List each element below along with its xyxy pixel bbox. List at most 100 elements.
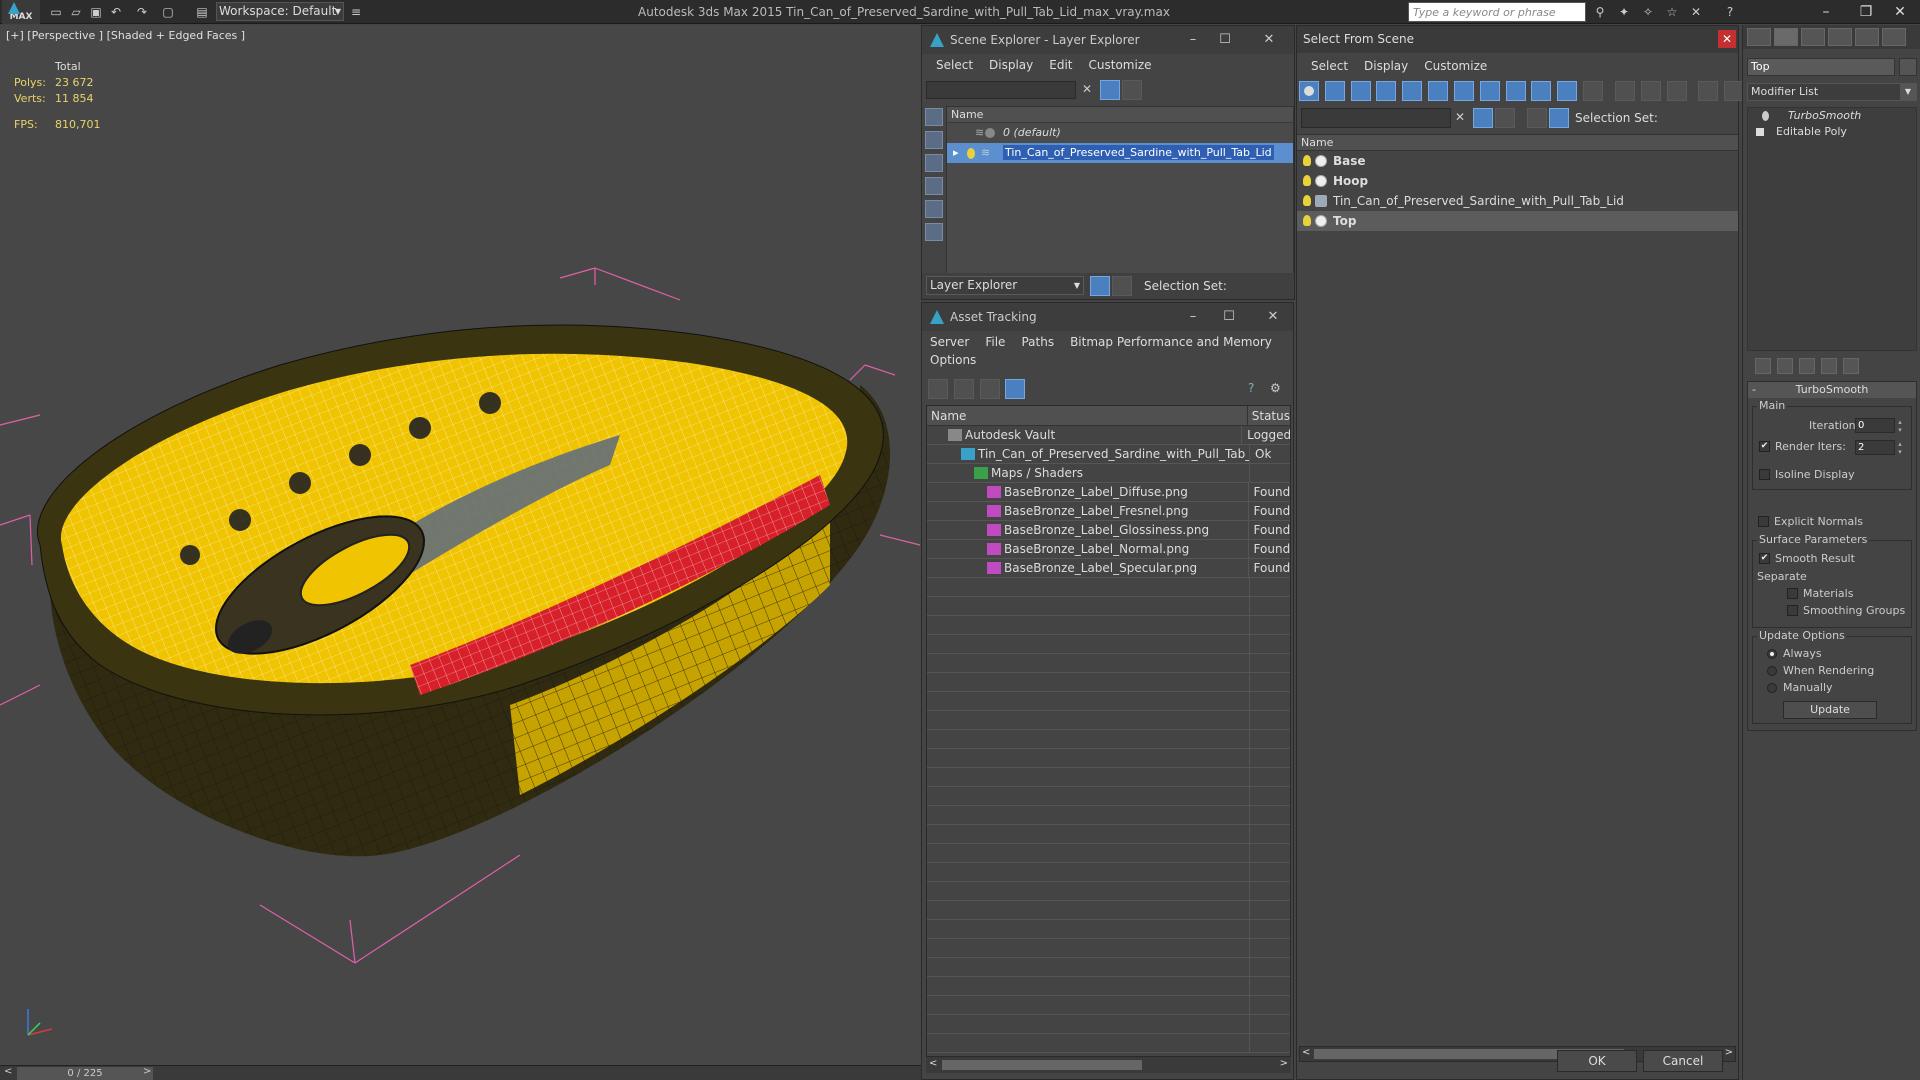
settings-icon[interactable]: ⚙: [1270, 381, 1281, 395]
cancel-button[interactable]: Cancel: [1643, 1050, 1723, 1072]
menu-paths[interactable]: Paths: [1013, 331, 1062, 353]
object-row-selected[interactable]: Top: [1297, 211, 1738, 231]
minimize-icon[interactable]: –: [1178, 26, 1208, 54]
filter-icon[interactable]: [1473, 108, 1493, 128]
minimize-icon[interactable]: –: [1178, 303, 1208, 331]
filter-bones-icon[interactable]: [1505, 81, 1526, 101]
clear-search-icon[interactable]: ✕: [1455, 110, 1465, 124]
display-lights-icon[interactable]: [925, 154, 943, 172]
funnel-icon[interactable]: [1698, 81, 1719, 101]
isoline-display-checkbox[interactable]: [1759, 469, 1770, 480]
create-tab-icon[interactable]: [1747, 28, 1771, 46]
pin-stack-icon[interactable]: [1755, 358, 1771, 374]
time-slider[interactable]: < 0 / 225 >: [0, 1065, 922, 1080]
asset-row[interactable]: BaseBronze_Label_Diffuse.png Found: [927, 483, 1290, 502]
explicit-normals-checkbox[interactable]: [1758, 516, 1769, 527]
favorites-star-icon[interactable]: ☆: [1662, 3, 1682, 21]
chevron-right-icon[interactable]: >: [1725, 1047, 1733, 1058]
modify-tab-icon[interactable]: [1774, 28, 1798, 46]
update-manually-radio[interactable]: [1767, 683, 1777, 693]
render-iters-checkbox[interactable]: ✔: [1759, 441, 1770, 452]
time-slider-knob[interactable]: 0 / 225: [17, 1067, 153, 1080]
new-file-icon[interactable]: ▭: [46, 3, 66, 21]
project-folder-icon[interactable]: ▢: [158, 3, 178, 21]
filter-cameras-icon[interactable]: [1376, 81, 1397, 101]
hierarchy-tab-icon[interactable]: [1801, 28, 1825, 46]
asset-row[interactable]: Maps / Shaders: [927, 464, 1290, 483]
menu-select[interactable]: Select: [1303, 55, 1356, 77]
thumbnail-view-icon[interactable]: [979, 379, 1000, 399]
update-always-radio[interactable]: [1767, 649, 1777, 659]
tree-row-selected[interactable]: ▸ ≋ Tin_Can_of_Preserved_Sardine_with_Pu…: [947, 143, 1293, 163]
workspace-menu-icon[interactable]: ≡: [346, 3, 366, 21]
menu-options[interactable]: Options: [922, 353, 984, 373]
visibility-bulb-icon[interactable]: [985, 128, 995, 138]
chevron-left-icon[interactable]: <: [929, 1058, 937, 1069]
separate-materials-checkbox[interactable]: [1787, 588, 1798, 599]
refresh-icon[interactable]: [928, 379, 948, 399]
update-button[interactable]: Update: [1783, 701, 1877, 719]
exchange-icon[interactable]: ✕: [1686, 3, 1706, 21]
filter-xrefs-icon[interactable]: [1479, 81, 1500, 101]
asset-row[interactable]: BaseBronze_Label_Glossiness.png Found: [927, 521, 1290, 540]
filter-helpers-icon[interactable]: [1402, 81, 1423, 101]
workspace-dropdown[interactable]: Workspace: Default ▼: [216, 2, 344, 21]
separate-smoothing-groups-checkbox[interactable]: [1787, 605, 1798, 616]
explorer-type-dropdown[interactable]: Layer Explorer ▼: [926, 276, 1084, 295]
horizontal-scrollbar[interactable]: < >: [926, 1057, 1291, 1073]
asset-row[interactable]: Tin_Can_of_Preserved_Sardine_with_Pull_T…: [927, 445, 1290, 464]
open-file-icon[interactable]: ▱: [66, 3, 86, 21]
display-tab-icon[interactable]: [1855, 28, 1879, 46]
maximize-icon[interactable]: ☐: [1214, 303, 1244, 331]
chevron-right-icon[interactable]: >: [143, 1066, 151, 1077]
asset-row[interactable]: BaseBronze_Label_Specular.png Found: [927, 559, 1290, 578]
layer-sort-icon[interactable]: [1122, 80, 1142, 100]
scrollbar-thumb[interactable]: [942, 1060, 1142, 1070]
sort-by-layer-icon[interactable]: [1090, 276, 1110, 296]
asset-row[interactable]: BaseBronze_Label_Normal.png Found: [927, 540, 1290, 559]
filter-groups-icon[interactable]: [1453, 81, 1474, 101]
display-geometry-icon[interactable]: [925, 108, 943, 126]
perspective-viewport[interactable]: [+] [Perspective ] [Shaded + Edged Faces…: [0, 25, 922, 1065]
display-layers-icon[interactable]: [925, 223, 943, 241]
minimize-icon[interactable]: –: [1806, 1, 1846, 23]
sort-by-hierarchy-icon[interactable]: [1112, 276, 1132, 296]
filter-lights-icon[interactable]: [1350, 81, 1371, 101]
sort-by-layer-icon[interactable]: [1527, 108, 1547, 128]
object-name-field[interactable]: Top: [1747, 58, 1895, 76]
column-header-status[interactable]: Status: [1248, 406, 1290, 425]
configure-sets-icon[interactable]: [1843, 358, 1859, 374]
help-icon[interactable]: ?: [1720, 3, 1740, 21]
app-logo[interactable]: MAX: [2, 0, 40, 24]
update-when-rendering-radio[interactable]: [1767, 666, 1777, 676]
menu-server[interactable]: Server: [922, 331, 977, 353]
motion-tab-icon[interactable]: [1828, 28, 1852, 46]
remove-modifier-icon[interactable]: [1821, 358, 1837, 374]
close-icon[interactable]: ✕: [1718, 30, 1736, 48]
ok-button[interactable]: OK: [1557, 1050, 1637, 1072]
menu-file[interactable]: File: [977, 331, 1013, 353]
scene-explorer-search-input[interactable]: [926, 81, 1076, 99]
object-row[interactable]: Base: [1297, 151, 1738, 171]
make-unique-icon[interactable]: [1799, 358, 1815, 374]
maximize-icon[interactable]: ☐: [1210, 26, 1240, 54]
menu-display[interactable]: Display: [981, 54, 1041, 76]
asset-row[interactable]: Autodesk Vault Logged: [927, 426, 1290, 445]
visibility-bulb-icon[interactable]: [1303, 155, 1311, 166]
select-invert-icon[interactable]: [1666, 81, 1687, 101]
filter-hidden-icon[interactable]: [1583, 81, 1604, 101]
filter-spacewarps-icon[interactable]: [1428, 81, 1449, 101]
column-header-name[interactable]: Name: [1297, 135, 1738, 151]
table-view-icon[interactable]: [1005, 379, 1026, 399]
visibility-bulb-icon[interactable]: [1303, 215, 1311, 226]
tree-row[interactable]: ≋ 0 (default): [947, 123, 1293, 143]
select-from-scene-title-bar[interactable]: Select From Scene ✕: [1297, 26, 1738, 53]
save-icon[interactable]: ▣: [86, 3, 106, 21]
smooth-result-checkbox[interactable]: ✔: [1759, 553, 1770, 564]
chevron-left-icon[interactable]: <: [1302, 1047, 1310, 1058]
close-icon[interactable]: ✕: [1880, 1, 1920, 23]
menu-customize[interactable]: Customize: [1081, 54, 1160, 76]
clear-search-icon[interactable]: ✕: [1082, 82, 1092, 96]
display-cameras-icon[interactable]: [925, 177, 943, 195]
menu-customize[interactable]: Customize: [1416, 55, 1495, 77]
